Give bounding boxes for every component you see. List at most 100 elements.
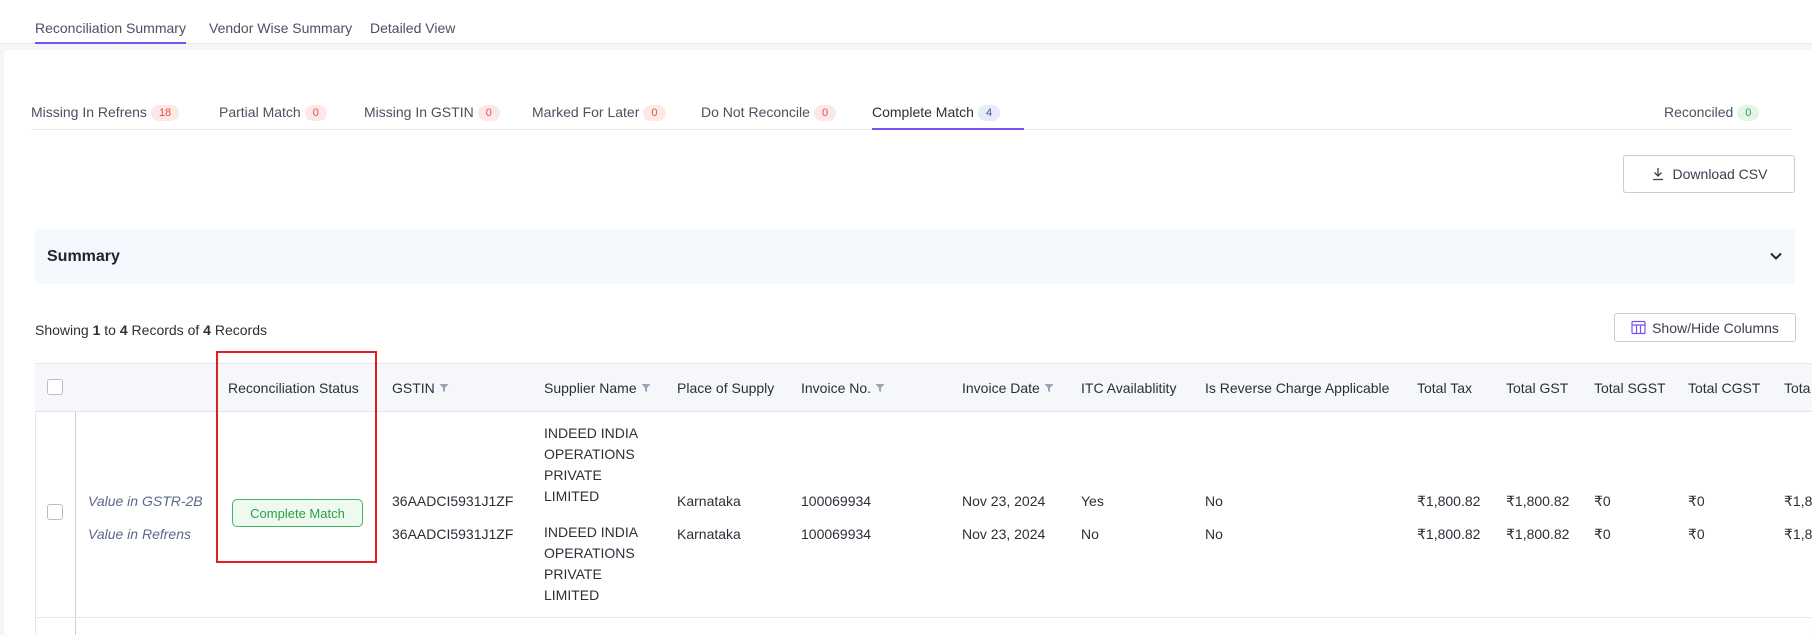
cell-invoice-no: 100069934 <box>801 526 872 542</box>
showing-to: 4 <box>119 322 128 338</box>
columns-icon <box>1631 320 1646 335</box>
cell-gstin: 36AADCI5931J1ZF <box>392 493 514 509</box>
cell-itc: No <box>1081 526 1099 542</box>
cell-itc: Yes <box>1081 493 1104 509</box>
header-label: Supplier Name <box>544 380 637 396</box>
tab-reconciled[interactable]: Reconciled 0 <box>1664 104 1760 130</box>
header-total-tax: Total Tax <box>1417 380 1472 396</box>
header-place-of-supply: Place of Supply <box>677 380 774 396</box>
cell-reverse-charge: No <box>1205 493 1223 509</box>
download-csv-button[interactable]: Download CSV <box>1623 155 1795 193</box>
header-total-gst: Total GST <box>1506 380 1568 396</box>
cell-total-gst: ₹1,800.82 <box>1506 526 1570 542</box>
count-badge: 0 <box>304 105 327 121</box>
tab-marked-for-later[interactable]: Marked For Later 0 <box>532 104 666 130</box>
header-label: Total SGST <box>1594 380 1666 396</box>
tab-do-not-reconcile[interactable]: Do Not Reconcile 0 <box>701 104 837 130</box>
tab-vendor-wise-summary[interactable]: Vendor Wise Summary <box>209 20 352 42</box>
cell-reverse-charge: No <box>1205 526 1223 542</box>
tab-label: Marked For Later <box>532 104 640 120</box>
header-label: Total CGST <box>1688 380 1761 396</box>
filter-icon[interactable] <box>875 383 885 393</box>
cell-total-tax: ₹1,800.82 <box>1417 526 1481 542</box>
showing-from: 1 <box>92 322 101 338</box>
summary-accordion[interactable]: Summary <box>35 229 1795 284</box>
cell-place-of-supply: Karnataka <box>677 493 741 509</box>
cell-total-cgst: ₹0 <box>1688 493 1705 509</box>
cell-total-cgst: ₹0 <box>1688 526 1705 542</box>
cell-gstin: 36AADCI5931J1ZF <box>392 526 514 542</box>
cell-invoice-no: 100069934 <box>801 493 872 509</box>
count-badge: 0 <box>1737 105 1760 121</box>
row-source-label: Value in Refrens <box>88 526 191 542</box>
cell-total-truncated: ₹1,8 <box>1784 526 1812 542</box>
showing-records-word: Records <box>214 322 267 338</box>
select-all-checkbox[interactable] <box>47 379 63 395</box>
count-badge: 18 <box>150 105 180 121</box>
highlight-annotation-box <box>216 351 377 563</box>
header-label: Invoice Date <box>962 380 1040 396</box>
cell-total-sgst: ₹0 <box>1594 493 1611 509</box>
header-total-truncated: Tota <box>1784 380 1810 396</box>
header-label: Place of Supply <box>677 380 775 396</box>
count-badge: 0 <box>643 105 666 121</box>
header-label: Tota <box>1784 380 1811 396</box>
chevron-down-icon[interactable] <box>1767 247 1785 265</box>
show-hide-columns-button[interactable]: Show/Hide Columns <box>1614 313 1796 342</box>
filter-icon[interactable] <box>641 383 651 393</box>
tab-reconciliation-summary[interactable]: Reconciliation Summary <box>35 20 186 44</box>
row-border <box>35 617 1812 618</box>
header-label: Total GST <box>1506 380 1569 396</box>
tab-label: Missing In Refrens <box>31 104 147 120</box>
row-source-label: Value in GSTR-2B <box>88 493 203 509</box>
filter-icon[interactable] <box>1044 383 1054 393</box>
header-gstin[interactable]: GSTIN <box>392 380 449 396</box>
row-checkbox[interactable] <box>47 504 63 520</box>
cell-invoice-date: Nov 23, 2024 <box>962 526 1046 542</box>
count-badge: 4 <box>977 105 1001 121</box>
tab-missing-in-gstin[interactable]: Missing In GSTIN 0 <box>364 104 500 130</box>
header-label: ITC Availablitity <box>1081 380 1177 396</box>
tab-missing-in-refrens[interactable]: Missing In Refrens 18 <box>31 104 180 130</box>
tab-label: Missing In GSTIN <box>364 104 474 120</box>
download-csv-label: Download CSV <box>1672 166 1768 182</box>
tab-label: Reconciled <box>1664 104 1734 120</box>
tab-label: Complete Match <box>872 104 974 120</box>
header-total-cgst: Total CGST <box>1688 380 1760 396</box>
status-tab-bar: Missing In Refrens 18 Partial Match 0 Miss… <box>31 104 1791 130</box>
cell-supplier-name: INDEED INDIA OPERATIONS PRIVATE LIMITED <box>544 524 638 603</box>
header-itc-availability: ITC Availablitity <box>1081 380 1176 396</box>
records-count-text: Showing 1 to 4 Records of 4 Records <box>35 322 267 338</box>
header-supplier-name[interactable]: Supplier Name <box>544 380 651 396</box>
showing-records-word: Records <box>131 322 184 338</box>
header-label: GSTIN <box>392 380 435 396</box>
count-badge: 0 <box>477 105 500 121</box>
cell-place-of-supply: Karnataka <box>677 526 741 542</box>
cell-total-gst: ₹1,800.82 <box>1506 493 1570 509</box>
filter-icon[interactable] <box>439 383 449 393</box>
summary-title: Summary <box>47 248 120 265</box>
header-invoice-no[interactable]: Invoice No. <box>801 380 885 396</box>
tab-partial-match[interactable]: Partial Match 0 <box>219 104 327 130</box>
cell-supplier-name: INDEED INDIA OPERATIONS PRIVATE LIMITED <box>544 425 638 504</box>
tab-detailed-view[interactable]: Detailed View <box>370 20 455 42</box>
row-border <box>35 412 36 635</box>
tab-complete-match[interactable]: Complete Match 4 <box>872 104 1024 130</box>
show-hide-columns-label: Show/Hide Columns <box>1652 319 1779 336</box>
showing-prefix: Showing <box>35 322 89 338</box>
top-tab-bar: Reconciliation Summary Vendor Wise Summa… <box>0 0 1812 44</box>
cell-invoice-date: Nov 23, 2024 <box>962 493 1046 509</box>
showing-of-word: of <box>187 322 200 338</box>
cell-total-tax: ₹1,800.82 <box>1417 493 1481 509</box>
tab-label: Do Not Reconcile <box>701 104 810 120</box>
header-label: Total Tax <box>1417 380 1472 396</box>
tab-label: Partial Match <box>219 104 301 120</box>
header-total-sgst: Total SGST <box>1594 380 1666 396</box>
header-invoice-date[interactable]: Invoice Date <box>962 380 1054 396</box>
download-icon <box>1652 168 1663 181</box>
showing-total: 4 <box>203 322 211 338</box>
cell-total-sgst: ₹0 <box>1594 526 1611 542</box>
showing-to-word: to <box>104 322 116 338</box>
row-group-divider <box>75 412 76 635</box>
header-label: Invoice No. <box>801 380 872 396</box>
